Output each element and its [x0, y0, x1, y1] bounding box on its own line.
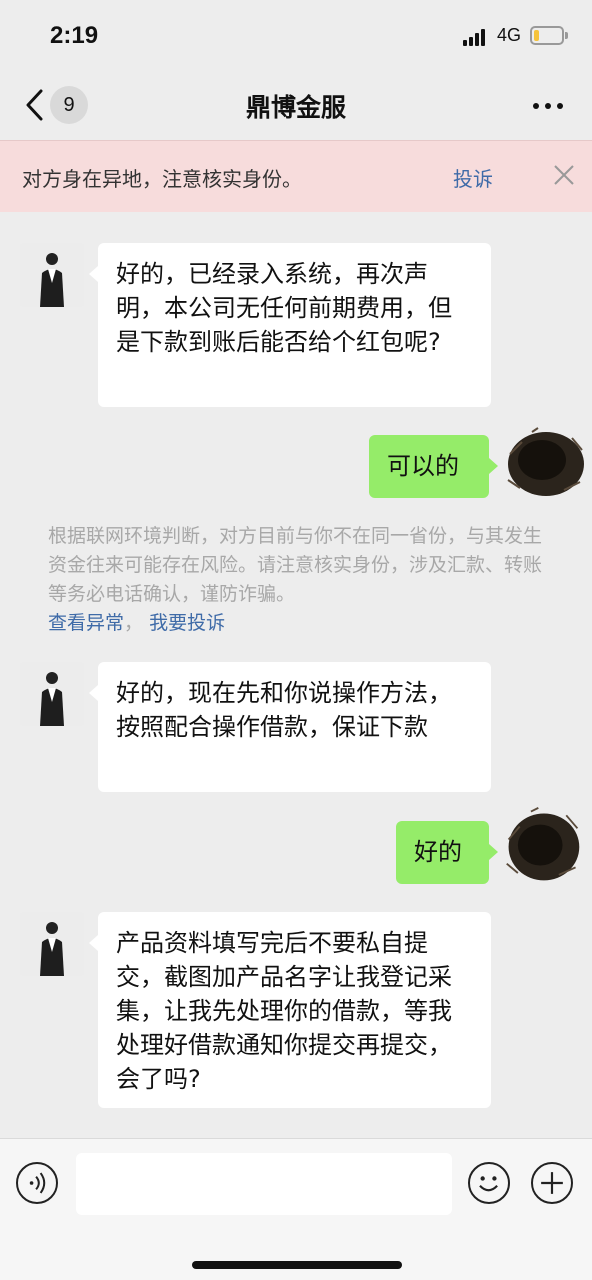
- voice-icon[interactable]: [16, 1162, 58, 1204]
- emoji-icon[interactable]: [468, 1162, 510, 1204]
- message-bubble[interactable]: 好的，现在先和你说操作方法，按照配合操作借款，保证下款: [98, 662, 491, 792]
- message-bubble-self[interactable]: 可以的: [369, 435, 489, 498]
- self-avatar[interactable]: [502, 424, 588, 504]
- contact-avatar[interactable]: [20, 662, 84, 726]
- message-bubble-self[interactable]: 好的: [396, 821, 489, 884]
- battery-tip: [565, 32, 568, 39]
- signal-icon: [463, 28, 489, 46]
- self-avatar[interactable]: [500, 806, 586, 886]
- status-time: 2:19: [50, 22, 99, 49]
- network-type: 4G: [497, 25, 522, 45]
- input-bar: [0, 1138, 592, 1280]
- message-text: 可以的: [387, 452, 459, 480]
- message-text: 好的: [414, 838, 462, 866]
- battery-icon: [530, 26, 564, 45]
- bubble-tail: [89, 266, 98, 282]
- home-indicator: [192, 1261, 402, 1269]
- message-bubble[interactable]: 好的，已经录入系统，再次声明，本公司无任何前期费用，但是下款到账后能否给个红包呢…: [98, 243, 491, 407]
- separator: ，: [124, 612, 150, 634]
- report-link[interactable]: 投诉: [453, 163, 493, 192]
- message-bubble[interactable]: 产品资料填写完后不要私自提交，截图加产品名字让我登记采集，让我先处理你的借款，等…: [98, 912, 491, 1108]
- system-risk-notice: 根据联网环境判断，对方目前与你不在同一省份，与其发生资金往来可能存在风险。请注意…: [48, 522, 548, 638]
- message-text: 好的，已经录入系统，再次声明，本公司无任何前期费用，但是下款到账后能否给个红包呢…: [116, 260, 452, 356]
- status-bar: 2:19 4G: [0, 0, 592, 70]
- view-abnormal-link[interactable]: 查看异常: [48, 612, 124, 634]
- bubble-tail: [89, 685, 98, 701]
- bubble-tail: [89, 935, 98, 951]
- message-text: 产品资料填写完后不要私自提交，截图加产品名字让我登记采集，让我先处理你的借款，等…: [116, 929, 452, 1093]
- warning-text: 对方身在异地，注意核实身份。: [22, 167, 302, 191]
- plus-icon[interactable]: [531, 1162, 573, 1204]
- message-input[interactable]: [76, 1153, 452, 1215]
- system-notice-text: 根据联网环境判断，对方目前与你不在同一省份，与其发生资金往来可能存在风险。请注意…: [48, 525, 543, 605]
- remote-location-warning: 对方身在异地，注意核实身份。 投诉: [0, 140, 592, 212]
- contact-avatar[interactable]: [20, 912, 84, 976]
- report-complaint-link[interactable]: 我要投诉: [149, 612, 225, 634]
- more-icon[interactable]: [528, 94, 568, 118]
- message-text: 好的，现在先和你说操作方法，按照配合操作借款，保证下款: [116, 679, 452, 741]
- chat-title: 鼎博金服: [245, 93, 346, 122]
- bubble-tail: [489, 844, 498, 860]
- contact-avatar[interactable]: [20, 243, 84, 307]
- bubble-tail: [489, 458, 498, 474]
- close-icon[interactable]: [552, 163, 576, 187]
- nav-bar: 9 鼎博金服: [0, 70, 592, 140]
